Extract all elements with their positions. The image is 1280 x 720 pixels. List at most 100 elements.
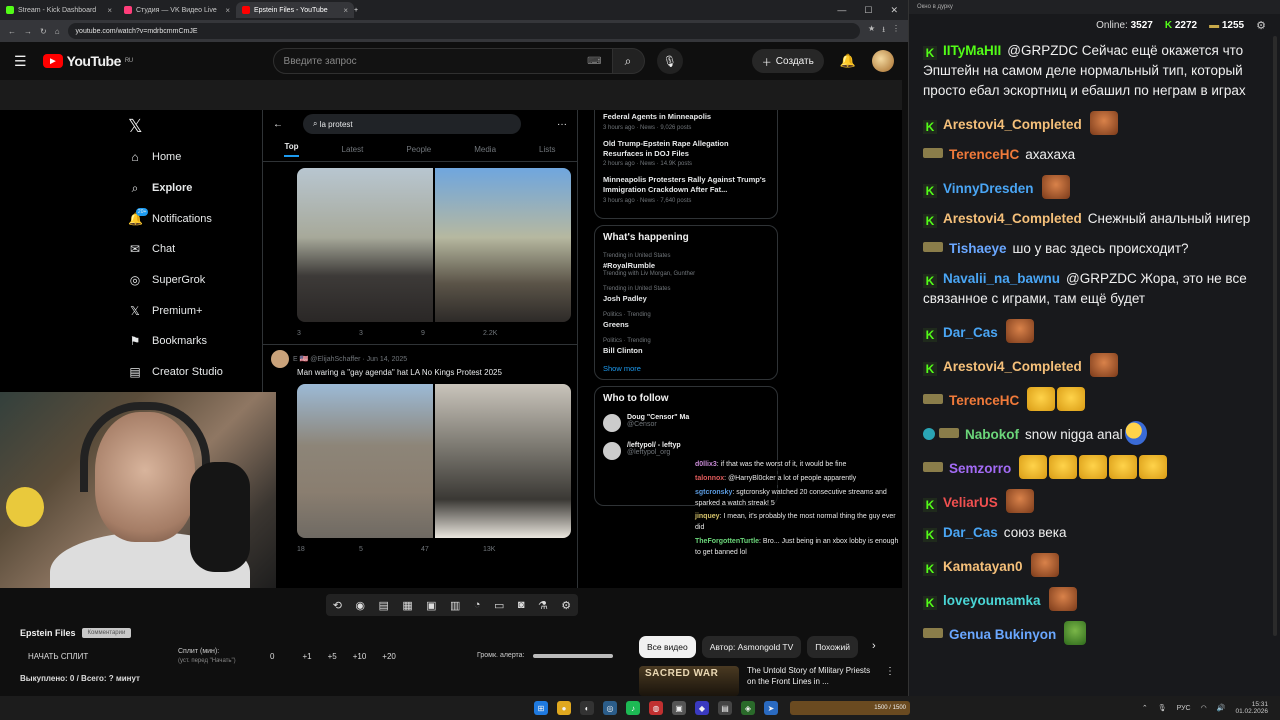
- chat-username[interactable]: TerenceHC: [949, 147, 1019, 162]
- volume-icon[interactable]: 🔊: [1217, 704, 1226, 712]
- chat-username[interactable]: Nabokof: [965, 427, 1019, 442]
- close-icon[interactable]: ×: [343, 6, 348, 15]
- chat-username[interactable]: Arestovi4_Completed: [943, 117, 1082, 132]
- start-icon[interactable]: ⊞: [534, 701, 548, 715]
- follow-name: Doug "Censor" Ma: [627, 413, 690, 421]
- chat-username[interactable]: IITyMaHII: [943, 43, 1001, 58]
- mic-icon[interactable]: 🎙: [1158, 704, 1167, 712]
- flask-icon[interactable]: ⚗: [538, 599, 548, 612]
- overlay-chat-line: d0llix3: if that was the worst of it, it…: [695, 460, 902, 471]
- queue-icon[interactable]: ▤: [378, 599, 388, 612]
- chat-username[interactable]: VinnyDresden: [943, 181, 1034, 196]
- chat-username[interactable]: Tishaeye: [949, 241, 1007, 256]
- gear-icon[interactable]: ⚙: [1256, 19, 1266, 32]
- chat-username[interactable]: TerenceHC: [949, 393, 1019, 408]
- app-icon[interactable]: ◈: [741, 701, 755, 715]
- chat-username[interactable]: Navalii_na_bawnu: [943, 271, 1060, 286]
- chat-username[interactable]: Semzorro: [949, 461, 1011, 476]
- app-icon[interactable]: ▣: [672, 701, 686, 715]
- wifi-icon[interactable]: ◠: [1201, 704, 1207, 712]
- browser-tab[interactable]: Студия — VK Видео Live ×: [118, 2, 236, 18]
- kick-badge-icon: K: [923, 184, 937, 198]
- split-value-button[interactable]: +5: [328, 652, 337, 661]
- film-icon[interactable]: ▦: [402, 599, 412, 612]
- tag-badge[interactable]: Комментарии: [81, 628, 132, 638]
- alert-volume-slider[interactable]: [532, 653, 613, 658]
- start-split-button[interactable]: НАЧАТЬ СПЛИТ: [28, 652, 88, 661]
- chat-username[interactable]: Dar_Cas: [943, 525, 998, 540]
- camera-icon[interactable]: ◙: [518, 599, 525, 611]
- close-icon[interactable]: ×: [107, 6, 112, 15]
- clock[interactable]: 15:31 01.02.2026: [1235, 701, 1268, 715]
- voice-search-button[interactable]: 🎙: [656, 48, 683, 74]
- download-icon[interactable]: ⭳: [882, 24, 885, 38]
- chrome-icon[interactable]: ●: [557, 701, 571, 715]
- forward-icon[interactable]: →: [24, 27, 32, 36]
- speed-icon[interactable]: ◔: [474, 599, 481, 611]
- url-field[interactable]: youtube.com/watch?v=mdrbcmmCmJE: [67, 23, 861, 39]
- split-value-button[interactable]: +20: [382, 652, 396, 661]
- chevron-right-icon[interactable]: ›: [872, 640, 876, 652]
- hamburger-icon[interactable]: ☰: [14, 53, 27, 70]
- lang-indicator[interactable]: РУС: [1177, 705, 1191, 712]
- search-input[interactable]: Введите запрос ⌨: [272, 48, 613, 74]
- loop-icon[interactable]: ⟲: [333, 599, 342, 612]
- steam-icon[interactable]: ◎: [603, 701, 617, 715]
- pip-icon[interactable]: ▣: [426, 599, 436, 612]
- bell-icon[interactable]: 🔔: [840, 53, 856, 69]
- close-icon[interactable]: ✕: [890, 5, 898, 16]
- split-value-button[interactable]: 0: [270, 652, 274, 661]
- rec-thumbnail: SACRED WAR: [639, 666, 739, 696]
- chat-username[interactable]: Arestovi4_Completed: [943, 359, 1082, 374]
- create-button[interactable]: ＋ Создать: [751, 49, 824, 73]
- new-tab-icon[interactable]: +: [354, 7, 358, 14]
- keyboard-icon[interactable]: ⌨: [587, 56, 601, 67]
- video-player[interactable]: 𝕏 ⌂ Home ⌕ Explore 🔔 Notifications 20+ ✉ Chat ◎ Su…: [0, 80, 902, 588]
- browser-tab[interactable]: Stream - Kick Dashboard ×: [0, 2, 118, 18]
- taskbar: ⊞ ● ◐ ◎ ♪ ◍ ▣ ◆ ▤ ◈ ➤ 1500 / 1500 ⌃ 🎙 РУ…: [0, 696, 1280, 720]
- menu-icon[interactable]: ⋮: [892, 24, 900, 38]
- reload-icon[interactable]: ↻: [40, 27, 47, 36]
- chat-scrollbar[interactable]: [1273, 36, 1277, 636]
- minimize-icon[interactable]: —: [837, 5, 846, 16]
- chat-username[interactable]: Genua Bukinyon: [949, 627, 1056, 642]
- extension-icon[interactable]: ★: [868, 24, 875, 38]
- chat-username[interactable]: Dar_Cas: [943, 325, 998, 340]
- spotify-icon[interactable]: ♪: [626, 701, 640, 715]
- follow-info: /leftypol/ - leftyp @leftypol_org: [627, 442, 681, 460]
- avatar: [603, 441, 621, 460]
- chat-username[interactable]: loveyoumamka: [943, 593, 1041, 608]
- follow-info: Doug "Censor" Ma @Censor: [627, 414, 689, 432]
- settings-icon[interactable]: ⚙: [561, 599, 571, 612]
- app-icon[interactable]: ▤: [718, 701, 732, 715]
- filter-chip[interactable]: Похожий: [807, 636, 858, 658]
- chat-username[interactable]: Kamatayan0: [943, 559, 1023, 574]
- maximize-icon[interactable]: ☐: [864, 5, 872, 16]
- chat-username[interactable]: Arestovi4_Completed: [943, 211, 1082, 226]
- avatar[interactable]: [872, 50, 894, 72]
- telegram-icon[interactable]: ➤: [764, 701, 778, 715]
- broadcast-icon[interactable]: ◉: [355, 599, 365, 612]
- youtube-logo[interactable]: ▶ YouTube RU: [42, 53, 133, 69]
- filter-chip[interactable]: Все видео: [639, 636, 696, 658]
- home-icon[interactable]: ⌂: [55, 27, 60, 36]
- more-vert-icon[interactable]: ⋮: [885, 666, 895, 696]
- obs-icon[interactable]: ◍: [649, 701, 663, 715]
- recommendation-chips: Все видео Автор: Asmongold TV Похожий: [639, 636, 858, 658]
- chat-username[interactable]: VeliarUS: [943, 495, 998, 510]
- chevron-up-icon[interactable]: ⌃: [1142, 704, 1148, 712]
- x-nav-label: Explore: [152, 182, 193, 195]
- search-button[interactable]: ⌕: [612, 48, 645, 74]
- subtitles-icon[interactable]: ▥: [450, 599, 460, 612]
- app-icon[interactable]: ◆: [695, 701, 709, 715]
- browser-tab[interactable]: Epstein Files - YouTube ×: [236, 2, 354, 18]
- back-icon[interactable]: ←: [8, 27, 16, 36]
- cinema-icon[interactable]: ▭: [494, 599, 504, 612]
- close-icon[interactable]: ×: [225, 6, 230, 15]
- split-value-button[interactable]: +10: [353, 652, 367, 661]
- app-icon[interactable]: ◐: [580, 701, 594, 715]
- recommended-video[interactable]: SACRED WAR The Untold Story of Military …: [639, 666, 901, 696]
- x-nav-item: ▤ Creator Studio: [110, 357, 260, 388]
- split-value-button[interactable]: +1: [302, 652, 311, 661]
- filter-chip[interactable]: Автор: Asmongold TV: [701, 636, 802, 658]
